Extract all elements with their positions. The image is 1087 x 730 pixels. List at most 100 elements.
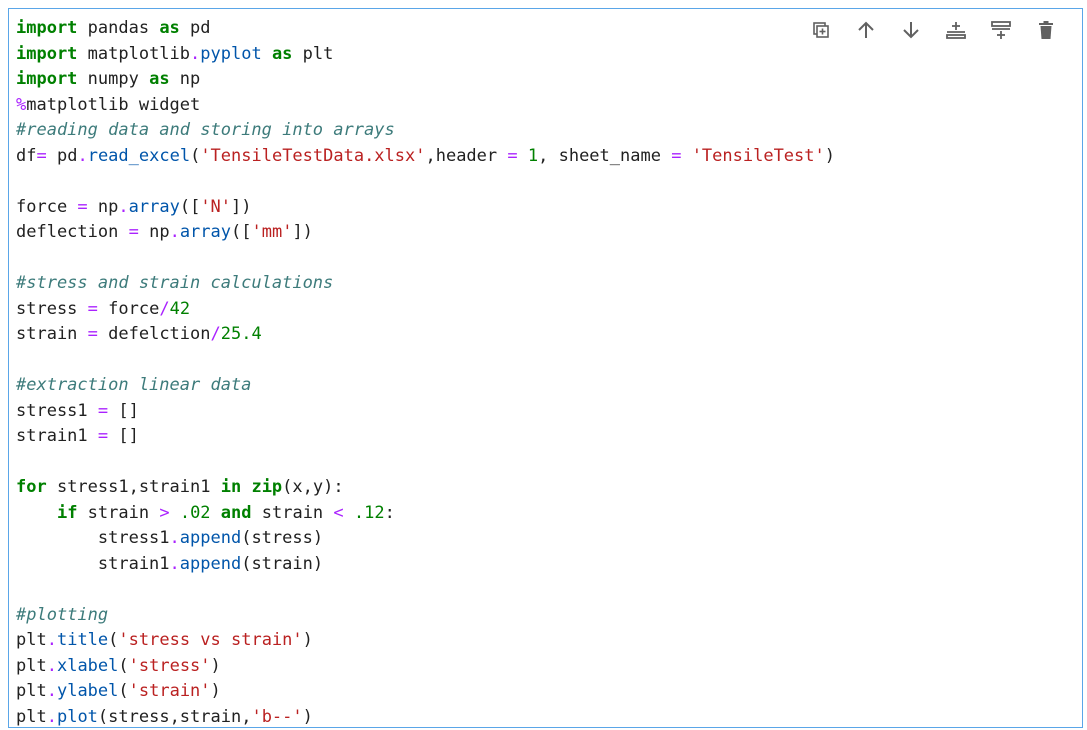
code-token: zip	[251, 477, 282, 497]
code-token: import	[16, 44, 77, 64]
code-line: ​	[16, 577, 835, 603]
code-token: /	[159, 299, 169, 319]
code-token: #extraction linear data	[16, 375, 251, 395]
code-token: plot	[57, 707, 98, 727]
code-token: =	[36, 146, 46, 166]
code-token: .02	[180, 503, 211, 523]
code-token: =	[98, 401, 108, 421]
code-token: xlabel	[57, 656, 118, 676]
code-line: strain1.append(strain)	[16, 552, 835, 578]
code-token: ([	[180, 197, 200, 217]
code-line: #extraction linear data	[16, 373, 835, 399]
arrow-down-icon	[901, 20, 921, 40]
code-token: array	[129, 197, 180, 217]
insert-below-icon	[990, 20, 1012, 40]
code-token: .	[47, 707, 57, 727]
code-token: .	[77, 146, 87, 166]
code-token: =	[129, 222, 139, 242]
code-token: and	[221, 503, 252, 523]
code-token: as	[159, 18, 179, 38]
code-token: 1	[528, 146, 538, 166]
code-token	[262, 44, 272, 64]
code-token: =	[671, 146, 681, 166]
code-token: matplotlib widget	[26, 95, 200, 115]
code-token: 'N'	[200, 197, 231, 217]
code-token: =	[88, 324, 98, 344]
code-token: matplotlib	[77, 44, 190, 64]
code-token: strain1	[16, 554, 170, 574]
code-token: import	[16, 18, 77, 38]
code-token: )	[825, 146, 835, 166]
move-up-button[interactable]	[843, 18, 888, 42]
code-token: stress1	[16, 401, 98, 421]
code-token: .12	[354, 503, 385, 523]
code-token: #stress and strain calculations	[16, 273, 333, 293]
notebook-code-cell[interactable]: import pandas as pdimport matplotlib.pyp…	[8, 8, 1083, 728]
code-line: stress = force/42	[16, 297, 835, 323]
code-token	[211, 503, 221, 523]
code-token: (strain)	[241, 554, 323, 574]
code-token: force	[98, 299, 159, 319]
code-token: append	[180, 528, 241, 548]
insert-above-icon	[945, 20, 967, 40]
code-line: #reading data and storing into arrays	[16, 118, 835, 144]
code-token: for	[16, 477, 47, 497]
code-token: ])	[292, 222, 312, 242]
code-line: ​	[16, 246, 835, 272]
code-token: stress1,strain1	[47, 477, 221, 497]
code-token: (stress)	[241, 528, 323, 548]
code-token	[241, 477, 251, 497]
code-token: in	[221, 477, 241, 497]
code-token: force	[16, 197, 77, 217]
code-line: import numpy as np	[16, 67, 835, 93]
code-token: =	[98, 426, 108, 446]
code-token: read_excel	[88, 146, 190, 166]
code-token: (stress,strain,	[98, 707, 252, 727]
code-token: <	[333, 503, 343, 523]
code-token: plt	[16, 707, 47, 727]
code-token: []	[108, 401, 139, 421]
code-token: pandas	[77, 18, 159, 38]
code-token: strain	[252, 503, 334, 523]
code-token: ,header	[425, 146, 507, 166]
code-token: )	[303, 630, 313, 650]
code-line: import pandas as pd	[16, 16, 835, 42]
move-down-button[interactable]	[888, 18, 933, 42]
code-token: as	[272, 44, 292, 64]
delete-cell-button[interactable]	[1023, 18, 1068, 42]
code-token: )	[211, 656, 221, 676]
code-line: strain1 = []	[16, 424, 835, 450]
code-token	[16, 503, 57, 523]
insert-above-button[interactable]	[933, 18, 978, 42]
code-token: 'mm'	[251, 222, 292, 242]
code-token: pd	[180, 18, 211, 38]
code-token: 42	[170, 299, 190, 319]
code-token: array	[180, 222, 231, 242]
code-token: #plotting	[16, 605, 108, 625]
code-token: (	[118, 656, 128, 676]
code-line: df= pd.read_excel('TensileTestData.xlsx'…	[16, 144, 835, 170]
code-token: 'TensileTest'	[692, 146, 825, 166]
code-token: /	[211, 324, 221, 344]
code-line: force = np.array(['N'])	[16, 195, 835, 221]
code-token: []	[108, 426, 139, 446]
insert-below-button[interactable]	[978, 18, 1023, 42]
cell-toolbar	[798, 18, 1068, 42]
code-token: (	[118, 681, 128, 701]
code-token: np	[139, 222, 170, 242]
code-line: plt.ylabel('strain')	[16, 679, 835, 705]
code-line: #plotting	[16, 603, 835, 629]
code-token: )	[211, 681, 221, 701]
code-token: ylabel	[57, 681, 118, 701]
code-token: np	[88, 197, 119, 217]
code-token: 'TensileTestData.xlsx'	[200, 146, 425, 166]
code-line: ​	[16, 348, 835, 374]
code-token: df	[16, 146, 36, 166]
code-token: append	[180, 554, 241, 574]
code-token: 'strain'	[129, 681, 211, 701]
code-editor[interactable]: import pandas as pdimport matplotlib.pyp…	[16, 16, 835, 730]
code-line: plt.title('stress vs strain')	[16, 628, 835, 654]
arrow-up-icon	[856, 20, 876, 40]
code-token: :	[385, 503, 395, 523]
code-token: plt	[16, 630, 47, 650]
